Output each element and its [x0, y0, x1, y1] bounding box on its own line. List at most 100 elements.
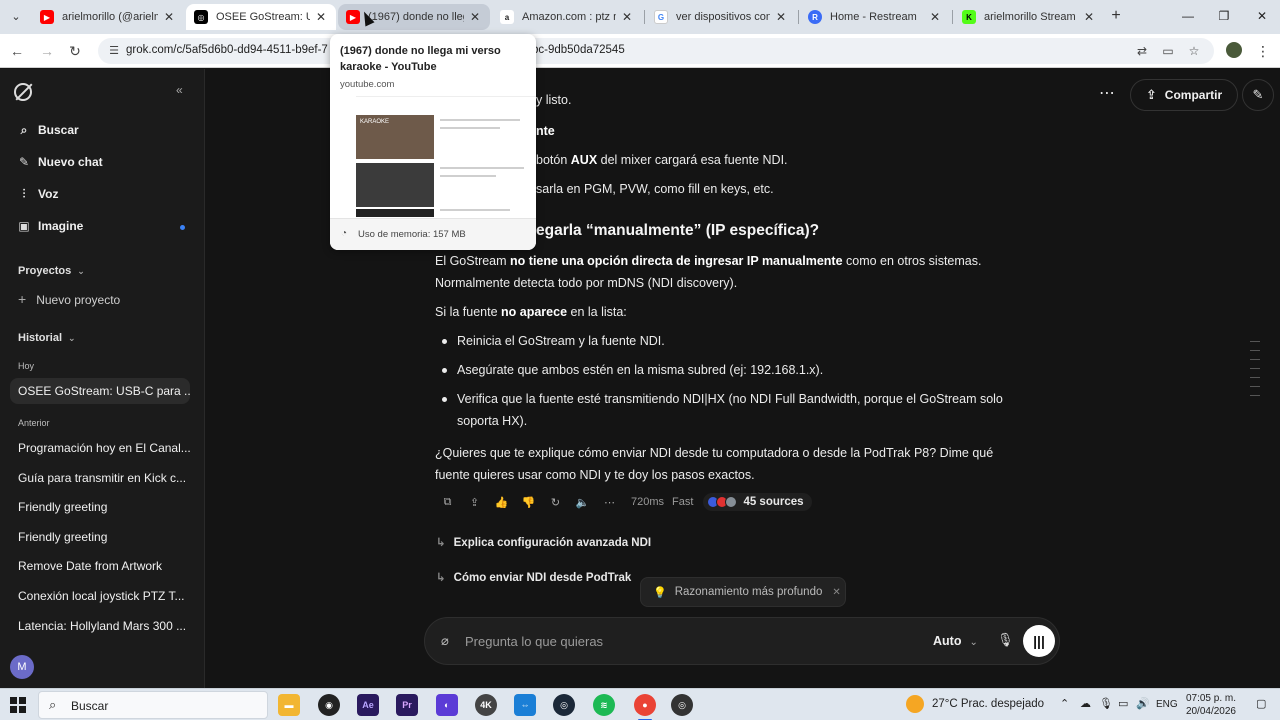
- attach-icon[interactable]: ⌀: [441, 633, 449, 649]
- close-icon[interactable]: ✕: [1082, 10, 1096, 24]
- browser-tab-4[interactable]: a Amazon.com : ptz ndi ✕: [492, 4, 642, 30]
- answer-closing-line: fuente quieres usar como NDI y te doy lo…: [435, 468, 755, 482]
- thumbs-up-icon[interactable]: 👍: [488, 496, 515, 509]
- system-clock[interactable]: 07:05 p. m. 20/04/2026: [1180, 692, 1236, 718]
- speaker-icon[interactable]: 🔈: [569, 496, 596, 509]
- new-tab-button[interactable]: +: [1106, 6, 1126, 26]
- history-item[interactable]: Remove Date from Artwork: [10, 553, 190, 579]
- chrome-icon[interactable]: ●: [634, 694, 656, 720]
- share-icon[interactable]: ⇪: [461, 496, 488, 509]
- tray-expand-icon[interactable]: ⌃: [1060, 697, 1069, 710]
- close-icon[interactable]: ✕: [774, 10, 788, 24]
- windows-start-icon[interactable]: [10, 697, 26, 713]
- bookmark-star-icon[interactable]: ☆: [1186, 43, 1202, 59]
- steam-icon[interactable]: ◎: [553, 694, 575, 716]
- history-item[interactable]: Programación hoy en El Canal...: [10, 435, 190, 461]
- window-close-icon[interactable]: ✕: [1250, 6, 1274, 26]
- sources-button[interactable]: 45 sources: [703, 493, 812, 511]
- more-icon[interactable]: ⋯: [596, 496, 623, 509]
- browser-tab-7[interactable]: K arielmorillo Stream - Kick ✕: [954, 4, 1104, 30]
- sun-icon: [906, 695, 924, 713]
- cast-icon[interactable]: ▭: [1160, 43, 1176, 59]
- mic-tray-icon[interactable]: 🎙: [1099, 697, 1113, 710]
- file-explorer-icon[interactable]: ▬: [278, 694, 300, 716]
- new-project-button[interactable]: + Nuevo proyecto: [18, 291, 120, 307]
- close-icon[interactable]: ✕: [928, 10, 942, 24]
- address-bar[interactable]: ☰ grok.com/c/5af5d6b0-dd94-4511-b9ef-7 b…: [98, 38, 1214, 64]
- restore-icon[interactable]: ❐: [1212, 6, 1236, 26]
- language-indicator[interactable]: ENG: [1156, 699, 1178, 710]
- onedrive-icon[interactable]: ☁: [1080, 697, 1091, 710]
- close-icon[interactable]: ✕: [468, 10, 482, 24]
- answer-bold-text: AUX: [570, 153, 598, 167]
- history-item[interactable]: Friendly greeting: [10, 494, 190, 520]
- taskbar-search[interactable]: ⌕ Buscar: [38, 691, 268, 719]
- after-effects-icon[interactable]: Ae: [357, 694, 379, 716]
- browser-tab-2[interactable]: ◎ OSEE GoStream: USB-C para PodTrak ✕: [186, 4, 336, 30]
- back-icon[interactable]: ←: [6, 40, 28, 62]
- close-icon[interactable]: ✕: [620, 10, 634, 24]
- bullet-item: Asegúrate que ambos estén en la misma su…: [457, 363, 824, 377]
- forward-icon[interactable]: →: [36, 40, 58, 62]
- history-item-current[interactable]: OSEE GoStream: USB-C para ...: [10, 378, 190, 404]
- minimize-icon[interactable]: —: [1176, 6, 1200, 26]
- copy-icon[interactable]: ⧉: [434, 496, 461, 509]
- browser-tab-6[interactable]: R Home - Restream ✕: [800, 4, 950, 30]
- more-options-icon[interactable]: ⋯: [1099, 83, 1115, 103]
- model-selector[interactable]: Auto ⌄: [933, 634, 978, 648]
- tab-title: Amazon.com : ptz ndi: [522, 11, 616, 23]
- notifications-icon[interactable]: ▢: [1256, 697, 1266, 710]
- message-composer[interactable]: ⌀ Pregunta lo que quieras Auto ⌄ 🎙 |||: [424, 617, 1060, 665]
- projects-section[interactable]: Proyectos ⌄: [18, 265, 85, 277]
- share-button[interactable]: ⇪ Compartir: [1130, 79, 1238, 111]
- history-item[interactable]: Friendly greeting: [10, 524, 190, 550]
- collapse-sidebar-icon[interactable]: «: [176, 83, 183, 97]
- network-icon[interactable]: ▭: [1118, 697, 1128, 710]
- chevron-down-icon: ⌄: [68, 333, 76, 343]
- preview-line: [440, 119, 520, 121]
- close-icon[interactable]: ✕: [162, 10, 176, 24]
- premiere-icon[interactable]: Pr: [396, 694, 418, 716]
- tab-search-icon[interactable]: ⌄: [6, 8, 26, 26]
- sidebar-item-new-chat[interactable]: ✎ Nuevo chat: [16, 151, 103, 173]
- browser-tab-1[interactable]: ▶ arielmorillo (@arielmorillo) ✕: [32, 4, 184, 30]
- spotify-icon[interactable]: ≋: [593, 694, 615, 716]
- sidebar-item-imagine[interactable]: ▣ Imagine: [16, 215, 83, 237]
- voice-mode-button[interactable]: |||: [1023, 625, 1055, 657]
- history-item[interactable]: Latencia: Hollyland Mars 300 ...: [10, 613, 190, 639]
- browser-tab-5[interactable]: G ver dispositivos conectados ✕: [646, 4, 796, 30]
- profile-avatar[interactable]: [1226, 42, 1242, 58]
- close-icon[interactable]: ✕: [314, 10, 328, 24]
- composer-placeholder[interactable]: Pregunta lo que quieras: [465, 634, 603, 649]
- lightbulb-icon: 💡: [653, 586, 667, 599]
- app-icon[interactable]: ◐: [436, 694, 458, 716]
- browser-menu-icon[interactable]: ⋮: [1256, 40, 1270, 62]
- suggestion-item[interactable]: ↳ Explica configuración avanzada NDI: [436, 535, 651, 549]
- answer-paragraph: El GoStream no tiene una opción directa …: [435, 254, 981, 268]
- 4k-downloader-icon[interactable]: 4K: [475, 694, 497, 716]
- sidebar-item-voice[interactable]: ⫶ Voz: [16, 183, 58, 205]
- reload-icon[interactable]: ↻: [64, 40, 86, 62]
- teamviewer-icon[interactable]: ⇔: [514, 694, 536, 716]
- grok-app-icon[interactable]: ◎: [671, 694, 693, 716]
- history-section[interactable]: Historial ⌄: [18, 332, 76, 344]
- deeper-reasoning-chip[interactable]: 💡 Razonamiento más profundo ✕: [640, 577, 846, 607]
- obs-icon[interactable]: ◉: [318, 694, 340, 716]
- bullet-dot: [442, 368, 447, 373]
- weather-widget[interactable]: 27°C Prac. despejado: [906, 695, 1044, 713]
- grok-logo-icon[interactable]: [14, 83, 32, 101]
- suggestion-item[interactable]: ↳ Cómo enviar NDI desde PodTrak: [436, 570, 631, 584]
- user-avatar[interactable]: M: [10, 655, 34, 679]
- sidebar-item-search[interactable]: ⌕ Buscar: [16, 119, 79, 141]
- site-info-icon[interactable]: ☰: [106, 43, 122, 59]
- new-chat-edit-icon[interactable]: ✎: [1242, 79, 1274, 111]
- history-item[interactable]: Conexión local joystick PTZ T...: [10, 583, 190, 609]
- translate-icon[interactable]: ⇄: [1134, 43, 1150, 59]
- regenerate-icon[interactable]: ↻: [542, 496, 569, 509]
- dismiss-icon[interactable]: ✕: [832, 587, 840, 598]
- microphone-icon[interactable]: 🎙: [997, 632, 1014, 648]
- history-item[interactable]: Guía para transmitir en Kick c...: [10, 465, 190, 491]
- volume-icon[interactable]: 🔊: [1136, 697, 1150, 710]
- thumbs-down-icon[interactable]: 👎: [515, 496, 542, 509]
- scroll-minimap[interactable]: [1250, 341, 1260, 404]
